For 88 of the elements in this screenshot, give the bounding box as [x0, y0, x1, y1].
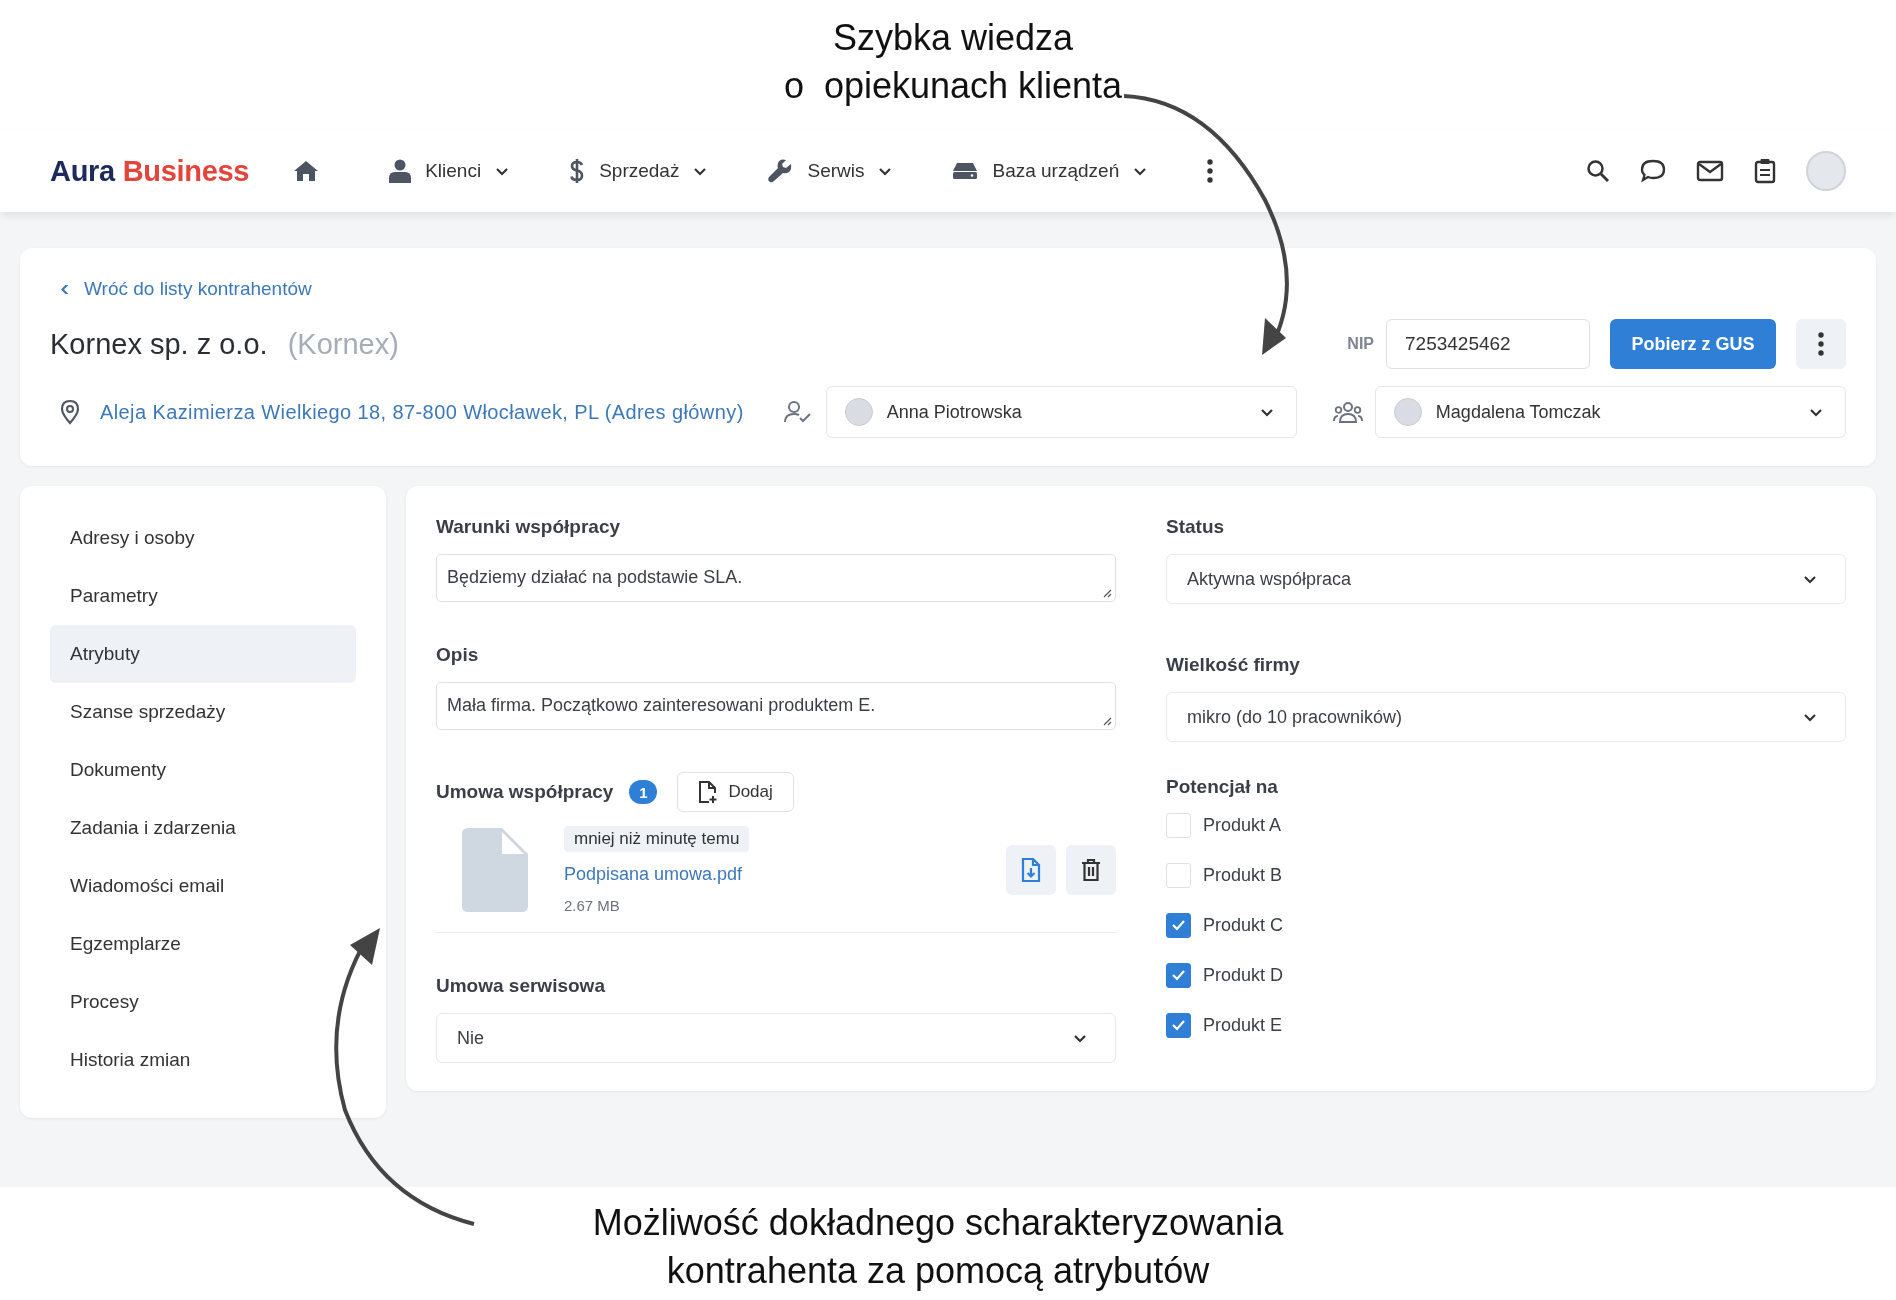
checkbox-label: Produkt B: [1203, 864, 1283, 886]
nav-menu-item[interactable]: Klienci: [389, 159, 510, 183]
resize-grip-icon[interactable]: [1102, 716, 1112, 726]
count-badge: 1: [629, 780, 658, 804]
account-manager-select[interactable]: Anna Piotrowska: [825, 386, 1297, 438]
text-area[interactable]: Mała firma. Początkowo zainteresowani produktem E.: [436, 682, 1116, 730]
mail-icon[interactable]: [1696, 160, 1724, 182]
fetch-gus-button[interactable]: Pobierz z GUS: [1610, 319, 1776, 369]
annotation-text: Szybka wiedza o opiekunach klienta: [783, 16, 1123, 108]
back-link[interactable]: Wróć do listy kontrahentów: [50, 278, 312, 300]
chevron-down-icon: [878, 166, 893, 176]
nav-menu-item[interactable]: Serwis: [767, 158, 893, 184]
status-select[interactable]: Aktywna współpraca: [1166, 554, 1846, 604]
service-contract-select[interactable]: Nie: [436, 1013, 1116, 1063]
chevron-down-icon: [693, 166, 708, 176]
chevron-down-icon: [1809, 407, 1823, 417]
nip-label: NIP: [1347, 335, 1374, 353]
app-logo[interactable]: Aura Business: [50, 154, 250, 188]
chevron-down-icon: [1133, 166, 1148, 176]
hard-drive-icon: [952, 162, 979, 180]
nip-field[interactable]: 7253425462: [1386, 319, 1590, 369]
file-download-icon: [1020, 857, 1042, 883]
annotation-text: Możliwość dokładnego scharakteryzowania kontrahenta za pomocą atrybutów: [592, 1201, 1284, 1293]
text-area[interactable]: Będziemy działać na podstawie SLA.: [436, 554, 1116, 602]
sidebar-item[interactable]: Zadania i zdarzenia: [50, 799, 356, 857]
sidebar-item[interactable]: Dokumenty: [50, 741, 356, 799]
sidebar-item[interactable]: Parametry: [50, 567, 356, 625]
chevron-down-icon: [1259, 407, 1274, 417]
checkbox[interactable]: [1166, 1012, 1191, 1038]
sidebar-item[interactable]: Wiadomości email: [50, 857, 356, 915]
field-label: Potencjał na: [1166, 776, 1279, 798]
sidebar-item[interactable]: Adresy i osoby: [50, 509, 356, 567]
search-icon[interactable]: [1586, 159, 1610, 183]
check-icon: [1171, 969, 1186, 981]
check-icon: [1171, 1019, 1186, 1031]
more-button[interactable]: [1796, 319, 1846, 369]
checkbox[interactable]: [1166, 962, 1191, 988]
nav-menu-item[interactable]: Baza urządzeń: [952, 160, 1148, 182]
checkbox-label: Produkt E: [1203, 1014, 1283, 1036]
more-menu-icon[interactable]: [1207, 159, 1214, 183]
person-icon: [389, 159, 412, 183]
check-icon: [1171, 919, 1186, 931]
chevron-down-icon: [495, 166, 510, 176]
field-label: Opis: [436, 644, 480, 666]
field-label: Status: [1166, 516, 1226, 538]
address-link[interactable]: Aleja Kazimierza Wielkiego 18, 87-800 Włocławek, PL (Adres główny): [100, 400, 744, 424]
checkbox-label: Produkt D: [1203, 964, 1284, 986]
client-name: Kornex sp. z o.o.: [50, 327, 268, 361]
chevron-down-icon: [1803, 712, 1817, 722]
download-button[interactable]: [1006, 845, 1056, 895]
more-icon: [1818, 332, 1824, 356]
field-label: Wielkość firmy: [1166, 654, 1301, 676]
client-short-name: (Kornex): [287, 327, 399, 361]
field-label: Umowa współpracy: [436, 781, 614, 803]
location-pin-icon: [60, 399, 80, 425]
upload-time: mniej niż minutę temu: [564, 826, 750, 852]
clipboard-icon[interactable]: [1754, 158, 1776, 184]
company-size-select[interactable]: mikro (do 10 pracowników): [1166, 692, 1846, 742]
file-plus-icon: [698, 780, 719, 804]
file-icon: [462, 828, 528, 912]
sidebar-item[interactable]: Historia zmian: [50, 1031, 356, 1089]
dollar-icon: [569, 158, 586, 184]
checkbox-label: Produkt C: [1203, 914, 1284, 936]
sidebar-item[interactable]: Atrybuty: [50, 625, 356, 683]
trash-icon: [1081, 858, 1101, 882]
sidebar-item[interactable]: Egzemplarze: [50, 915, 356, 973]
delete-button[interactable]: [1066, 845, 1116, 895]
file-size: 2.67 MB: [564, 897, 620, 914]
checkbox[interactable]: [1166, 912, 1191, 938]
avatar: [1393, 398, 1422, 426]
add-file-button[interactable]: Dodaj: [677, 772, 794, 812]
people-group-icon: [1332, 401, 1363, 423]
person-check-icon: [783, 400, 812, 424]
avatar: [844, 398, 873, 426]
sidebar-item[interactable]: Szanse sprzedaży: [50, 683, 356, 741]
resize-grip-icon[interactable]: [1102, 588, 1112, 598]
chevron-down-icon: [1073, 1033, 1087, 1043]
checkbox-label: Produkt A: [1203, 814, 1282, 836]
field-label: Warunki współpracy: [436, 516, 622, 538]
sidebar-item[interactable]: Procesy: [50, 973, 356, 1031]
chat-icon[interactable]: [1640, 159, 1666, 183]
field-label: Umowa serwisowa: [436, 975, 606, 997]
wrench-icon: [767, 158, 794, 184]
file-link[interactable]: Podpisana umowa.pdf: [564, 864, 743, 885]
chevron-down-icon: [1803, 574, 1817, 584]
team-member-select[interactable]: Magdalena Tomczak: [1374, 386, 1846, 438]
home-icon[interactable]: [293, 160, 320, 182]
nav-menu-item[interactable]: Sprzedaż: [569, 158, 708, 184]
